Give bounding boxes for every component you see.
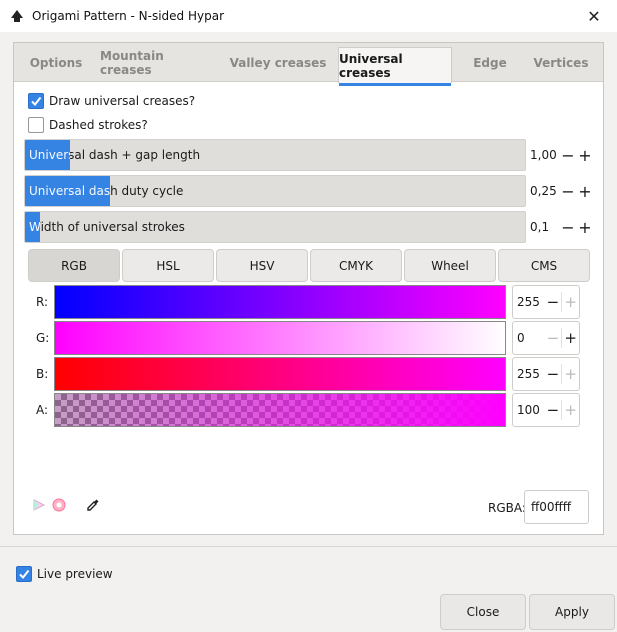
tab-mountain-creases[interactable]: Mountain creases bbox=[100, 43, 216, 82]
mode-hsl-button[interactable]: HSL bbox=[122, 249, 214, 282]
mode-cmyk-button[interactable]: CMYK bbox=[310, 249, 402, 282]
decrease-button[interactable]: − bbox=[560, 218, 576, 237]
live-preview-row[interactable]: Live preview bbox=[16, 566, 113, 582]
dashed-strokes-row[interactable]: Dashed strokes? bbox=[28, 117, 148, 133]
slider-label: Universal dash + gap length bbox=[29, 140, 200, 170]
slider-label: Universal dash duty cycle bbox=[29, 176, 183, 206]
live-preview-label: Live preview bbox=[37, 567, 113, 581]
spin-minus-button[interactable]: − bbox=[545, 329, 562, 347]
window-title: Origami Pattern - N-sided Hypar bbox=[32, 9, 225, 23]
slider-label: Width of universal strokes bbox=[29, 212, 185, 242]
dash-duty-cycle-slider[interactable]: Universal dash duty cycle bbox=[24, 175, 526, 207]
channel-label: G: bbox=[36, 331, 50, 345]
tab-edge[interactable]: Edge bbox=[462, 43, 518, 82]
checkmark-icon bbox=[31, 96, 42, 107]
spin-value: 100 bbox=[517, 403, 540, 417]
checkmark-icon bbox=[19, 569, 30, 580]
blue-spinbox[interactable]: 255 − + bbox=[512, 357, 580, 391]
blue-channel-slider[interactable] bbox=[54, 357, 506, 391]
stroke-width-slider[interactable]: Width of universal strokes bbox=[24, 211, 526, 243]
channel-label: B: bbox=[36, 367, 49, 381]
close-window-icon[interactable]: ✕ bbox=[571, 0, 617, 32]
stroke-width-slider-row: Width of universal strokes 0,1 − + bbox=[24, 211, 594, 243]
spin-minus-button[interactable]: − bbox=[545, 365, 562, 383]
color-managed-icon bbox=[33, 499, 46, 511]
green-channel-slider[interactable] bbox=[54, 321, 506, 355]
spin-plus-button[interactable]: + bbox=[562, 365, 579, 383]
slider-value: 0,25 bbox=[530, 184, 557, 198]
dash-gap-length-slider[interactable]: Universal dash + gap length bbox=[24, 139, 526, 171]
channel-row-a: A: 100 − + bbox=[34, 393, 584, 427]
tab-bar: Options Mountain creases Valley creases … bbox=[14, 43, 603, 86]
red-spinbox[interactable]: 255 − + bbox=[512, 285, 580, 319]
channel-row-r: R: 255 − + bbox=[34, 285, 584, 319]
eyedropper-icon[interactable] bbox=[86, 498, 100, 512]
alpha-spinbox[interactable]: 100 − + bbox=[512, 393, 580, 427]
slider-value: 1,00 bbox=[530, 148, 557, 162]
increase-button[interactable]: + bbox=[577, 218, 593, 237]
mode-rgb-button[interactable]: RGB bbox=[28, 249, 120, 282]
spin-minus-button[interactable]: − bbox=[545, 401, 562, 419]
increase-button[interactable]: + bbox=[577, 146, 593, 165]
tab-vertices[interactable]: Vertices bbox=[528, 43, 594, 82]
tab-valley-creases[interactable]: Valley creases bbox=[226, 43, 330, 82]
decrease-button[interactable]: − bbox=[560, 146, 576, 165]
channel-label: A: bbox=[36, 403, 49, 417]
spin-value: 0 bbox=[517, 331, 525, 345]
tab-universal-creases[interactable]: Universal creases bbox=[338, 47, 452, 86]
apply-button[interactable]: Apply bbox=[529, 594, 615, 630]
mode-hsv-button[interactable]: HSV bbox=[216, 249, 308, 282]
slider-value: 0,1 bbox=[530, 220, 550, 234]
spin-minus-button[interactable]: − bbox=[545, 293, 562, 311]
spin-plus-button[interactable]: + bbox=[562, 293, 579, 311]
rgba-input[interactable]: ff00ffff bbox=[524, 490, 589, 524]
mode-cms-button[interactable]: CMS bbox=[498, 249, 590, 282]
inkscape-logo-icon bbox=[11, 10, 23, 22]
dash-duty-cycle-slider-row: Universal dash duty cycle 0,25 − + bbox=[24, 175, 594, 207]
spin-value: 255 bbox=[517, 367, 540, 381]
green-spinbox[interactable]: 0 − + bbox=[512, 321, 580, 355]
tab-options[interactable]: Options bbox=[22, 43, 90, 82]
alpha-channel-slider[interactable] bbox=[54, 393, 506, 427]
spin-value: 255 bbox=[517, 295, 540, 309]
dashed-strokes-checkbox[interactable] bbox=[28, 117, 44, 133]
spin-plus-button[interactable]: + bbox=[562, 401, 579, 419]
mode-wheel-button[interactable]: Wheel bbox=[404, 249, 496, 282]
increase-button[interactable]: + bbox=[577, 182, 593, 201]
title-bar: Origami Pattern - N-sided Hypar ✕ bbox=[0, 0, 617, 32]
footer-divider bbox=[0, 546, 617, 547]
dash-gap-length-slider-row: Universal dash + gap length 1,00 − + bbox=[24, 139, 594, 171]
color-tools bbox=[32, 498, 100, 512]
notebook-frame: Options Mountain creases Valley creases … bbox=[13, 42, 604, 535]
channel-row-b: B: 255 − + bbox=[34, 357, 584, 391]
draw-universal-creases-checkbox[interactable] bbox=[28, 93, 44, 109]
decrease-button[interactable]: − bbox=[560, 182, 576, 201]
draw-universal-creases-row[interactable]: Draw universal creases? bbox=[28, 93, 195, 109]
color-mode-tabs: RGB HSL HSV CMYK Wheel CMS bbox=[28, 249, 590, 282]
rgba-label: RGBA: bbox=[488, 501, 526, 515]
live-preview-checkbox[interactable] bbox=[16, 566, 32, 582]
out-of-gamut-icon bbox=[52, 498, 66, 512]
spin-plus-button[interactable]: + bbox=[562, 329, 579, 347]
close-button[interactable]: Close bbox=[440, 594, 526, 630]
dashed-strokes-label: Dashed strokes? bbox=[49, 118, 148, 132]
red-channel-slider[interactable] bbox=[54, 285, 506, 319]
channel-row-g: G: 0 − + bbox=[34, 321, 584, 355]
draw-universal-creases-label: Draw universal creases? bbox=[49, 94, 196, 108]
channel-label: R: bbox=[36, 295, 49, 309]
